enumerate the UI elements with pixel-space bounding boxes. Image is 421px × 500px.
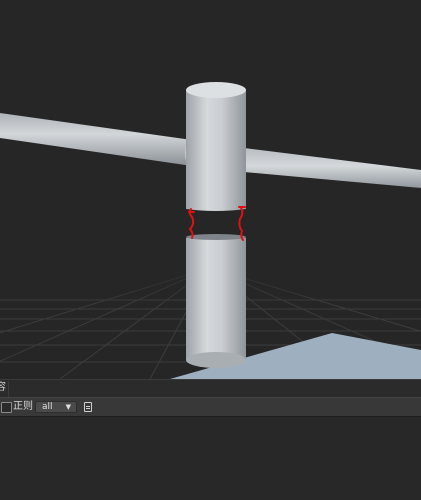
chevron-down-icon: ▼ [65,403,71,411]
panel-tab-label[interactable]: 容 [0,381,6,395]
filter-level-dropdown[interactable]: all ▼ [35,401,77,413]
horizontal-pipe-left [0,113,192,166]
filter-toolbar: 正则 all ▼ [0,397,421,417]
tab-divider [8,381,9,397]
vertical-cylinder-lower [186,236,246,366]
3d-viewport[interactable] [0,0,421,379]
vertical-cylinder-upper [186,90,246,211]
regex-checkbox[interactable] [1,402,12,413]
cylinder-top-cap [186,82,246,98]
horizontal-pipe-right [244,148,421,188]
doc-icon[interactable] [84,402,92,412]
console-output-area[interactable] [0,417,421,500]
dropdown-value: all [42,402,53,412]
bottom-panel-tabbar: 容 [0,379,421,397]
regex-checkbox-label: 正则 [13,401,33,412]
